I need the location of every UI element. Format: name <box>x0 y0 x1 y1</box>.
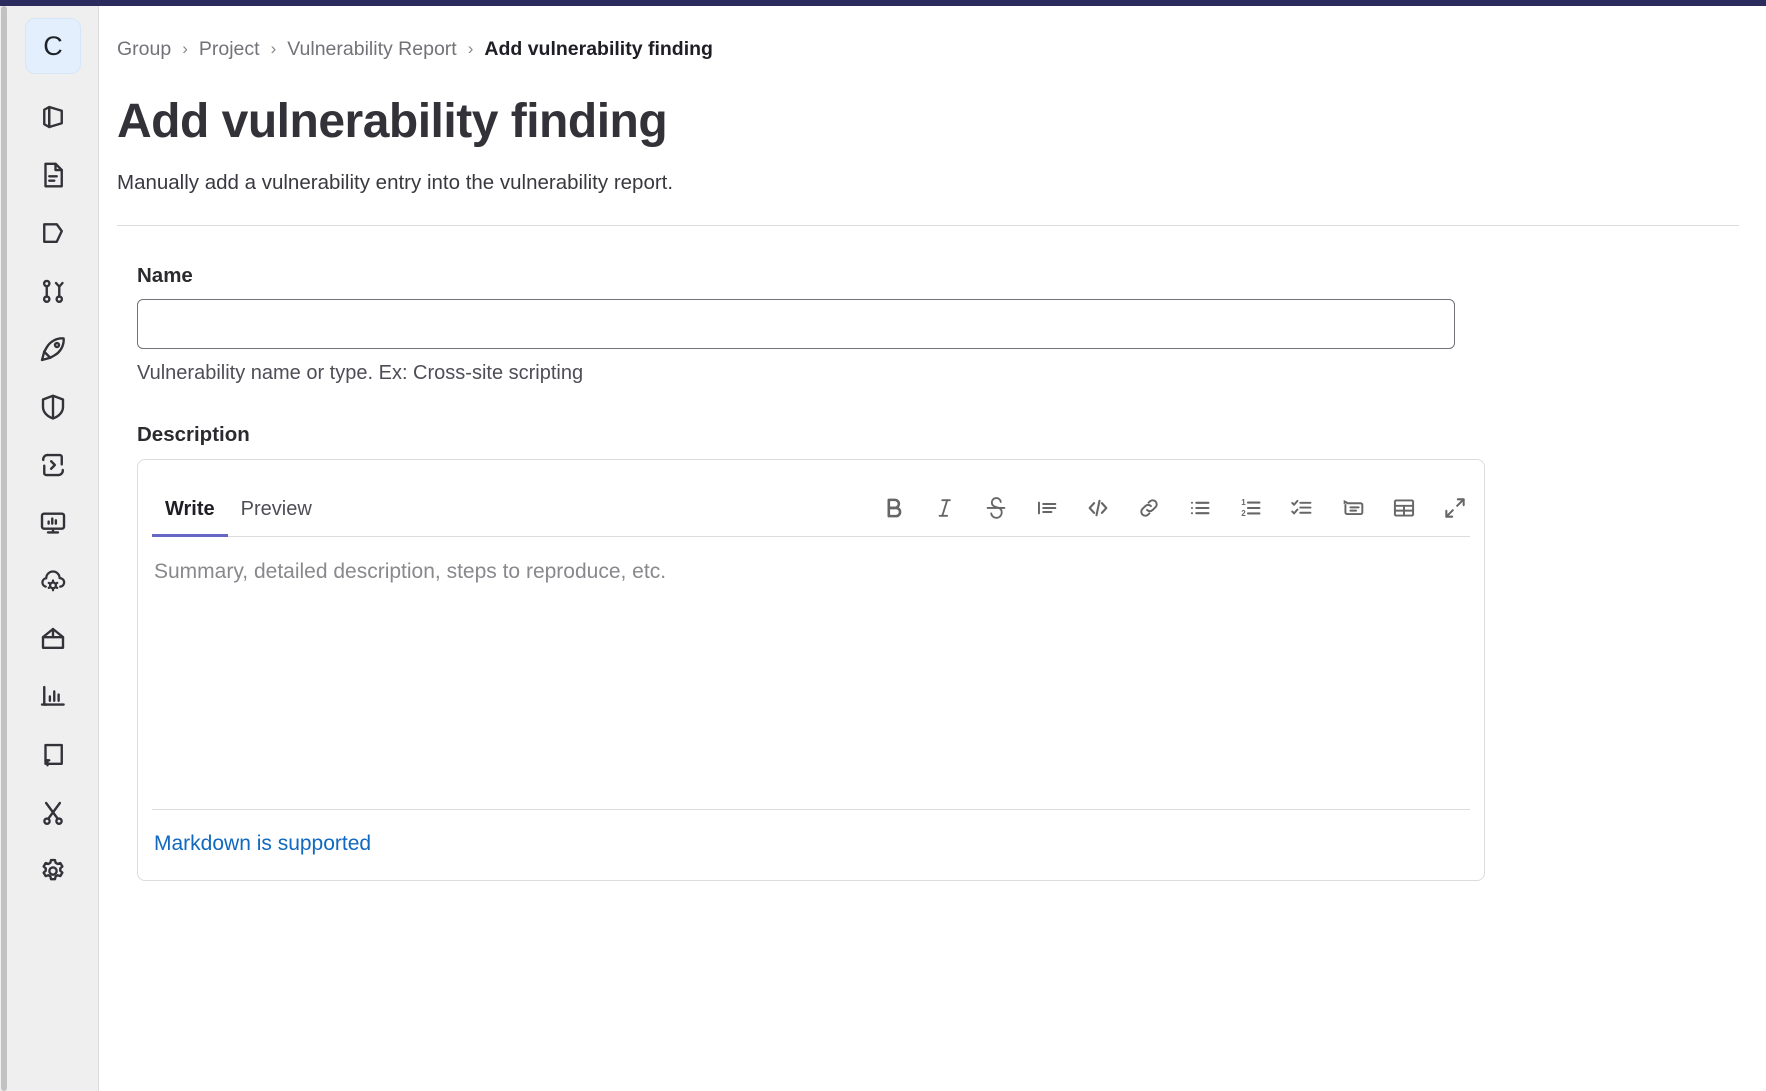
collapsible-section-icon <box>1340 495 1366 521</box>
name-field-label: Name <box>137 263 193 287</box>
sidebar-item-operate[interactable] <box>24 552 82 610</box>
file-document-icon <box>38 160 68 190</box>
page-scrollbar[interactable] <box>0 6 8 1091</box>
bullet-list-icon <box>1187 495 1213 521</box>
svg-text:1: 1 <box>1241 497 1246 506</box>
toolbar-table-button[interactable] <box>1389 493 1419 523</box>
sidebar-item-project-overview[interactable] <box>24 88 82 146</box>
sidebar-item-packages[interactable] <box>24 610 82 668</box>
table-icon <box>1391 495 1417 521</box>
sidebar-item-merge-requests[interactable] <box>24 262 82 320</box>
toolbar-quote-button[interactable] <box>1032 493 1062 523</box>
main-content: Group › Project › Vulnerability Report ›… <box>100 6 1766 1091</box>
markdown-toolbar-buttons: 1 2 <box>879 493 1470 536</box>
toolbar-italic-button[interactable] <box>930 493 960 523</box>
description-field-label: Description <box>137 422 250 446</box>
page-header: Add vulnerability finding Manually add a… <box>100 62 1766 197</box>
sidebar-item-secure[interactable] <box>24 378 82 436</box>
numbered-list-icon: 1 2 <box>1238 495 1264 521</box>
breadcrumb-separator-icon: › <box>467 39 474 58</box>
fullscreen-icon <box>1442 495 1468 521</box>
breadcrumb-separator-icon: › <box>182 39 188 58</box>
code-icon <box>1085 495 1111 521</box>
editor-footer: Markdown is supported <box>138 810 1484 880</box>
sidebar-item-issues[interactable] <box>24 204 82 262</box>
page-title: Add vulnerability finding <box>117 95 668 148</box>
rocket-icon <box>38 334 68 364</box>
description-textarea[interactable] <box>138 536 1484 809</box>
sidebar-rail: C <box>8 6 99 1091</box>
breadcrumb-separator-icon: › <box>270 39 277 58</box>
book-icon <box>38 740 68 770</box>
italic-icon <box>932 495 958 521</box>
markdown-editor-tabs: Write Preview <box>152 460 325 537</box>
deployments-icon <box>38 450 68 480</box>
markdown-editor: Write Preview 1 2 Summary, detailed desc… <box>137 458 1485 881</box>
name-input[interactable] <box>137 298 1455 349</box>
toolbar-link-button[interactable] <box>1134 493 1164 523</box>
breadcrumb: Group › Project › Vulnerability Report ›… <box>100 6 1766 62</box>
breadcrumb-item-group[interactable]: Group <box>117 36 171 62</box>
monitor-icon <box>38 508 68 538</box>
toolbar-task-list-button[interactable] <box>1287 493 1317 523</box>
chart-icon <box>38 682 68 712</box>
toolbar-code-button[interactable] <box>1083 493 1113 523</box>
add-vulnerability-finding-form: Name Vulnerability name or type. Ex: Cro… <box>100 264 1766 881</box>
toolbar-fullscreen-button[interactable] <box>1440 493 1470 523</box>
sidebar-item-snippets[interactable] <box>24 784 82 842</box>
toolbar-strikethrough-button[interactable] <box>981 493 1011 523</box>
task-list-icon <box>1289 495 1315 521</box>
toolbar-bullet-list-button[interactable] <box>1185 493 1215 523</box>
breadcrumb-item-current: Add vulnerability finding <box>484 38 713 60</box>
sidebar-item-repository[interactable] <box>24 146 82 204</box>
tab-preview[interactable]: Preview <box>228 498 325 537</box>
issues-icon <box>38 218 68 248</box>
sidebar-item-settings[interactable] <box>24 842 82 900</box>
header-divider <box>117 224 1739 226</box>
cloud-gear-icon <box>38 566 68 596</box>
markdown-is-supported-link[interactable]: Markdown is supported <box>154 832 371 855</box>
sidebar-item-analyze[interactable] <box>24 668 82 726</box>
toolbar-bold-button[interactable] <box>879 493 909 523</box>
strikethrough-icon <box>983 495 1009 521</box>
avatar-initial: C <box>43 30 63 61</box>
page-subtitle: Manually add a vulnerability entry into … <box>117 170 674 194</box>
gear-icon <box>38 856 68 886</box>
project-overview-icon <box>38 102 68 132</box>
toolbar-collapsible-section-button[interactable] <box>1338 493 1368 523</box>
avatar[interactable]: C <box>25 18 81 74</box>
svg-text:2: 2 <box>1241 508 1246 517</box>
breadcrumb-item-project[interactable]: Project <box>199 36 260 62</box>
name-field-help-text: Vulnerability name or type. Ex: Cross-si… <box>137 361 584 384</box>
scissors-icon <box>38 798 68 828</box>
tab-write[interactable]: Write <box>152 498 228 537</box>
link-icon <box>1136 495 1162 521</box>
sidebar-item-monitor[interactable] <box>24 494 82 552</box>
sidebar-item-wiki[interactable] <box>24 726 82 784</box>
page-scrollbar-thumb[interactable] <box>1 6 7 1091</box>
quote-icon <box>1034 495 1060 521</box>
merge-request-icon <box>38 276 68 306</box>
markdown-editor-toolbar: Write Preview 1 2 <box>138 460 1484 537</box>
package-icon <box>38 624 68 654</box>
shield-icon <box>38 392 68 422</box>
breadcrumb-item-vulnerability-report[interactable]: Vulnerability Report <box>287 36 456 62</box>
bold-icon <box>881 495 907 521</box>
toolbar-numbered-list-button[interactable]: 1 2 <box>1236 493 1266 523</box>
sidebar-item-deploy[interactable] <box>24 436 82 494</box>
sidebar-item-build[interactable] <box>24 320 82 378</box>
